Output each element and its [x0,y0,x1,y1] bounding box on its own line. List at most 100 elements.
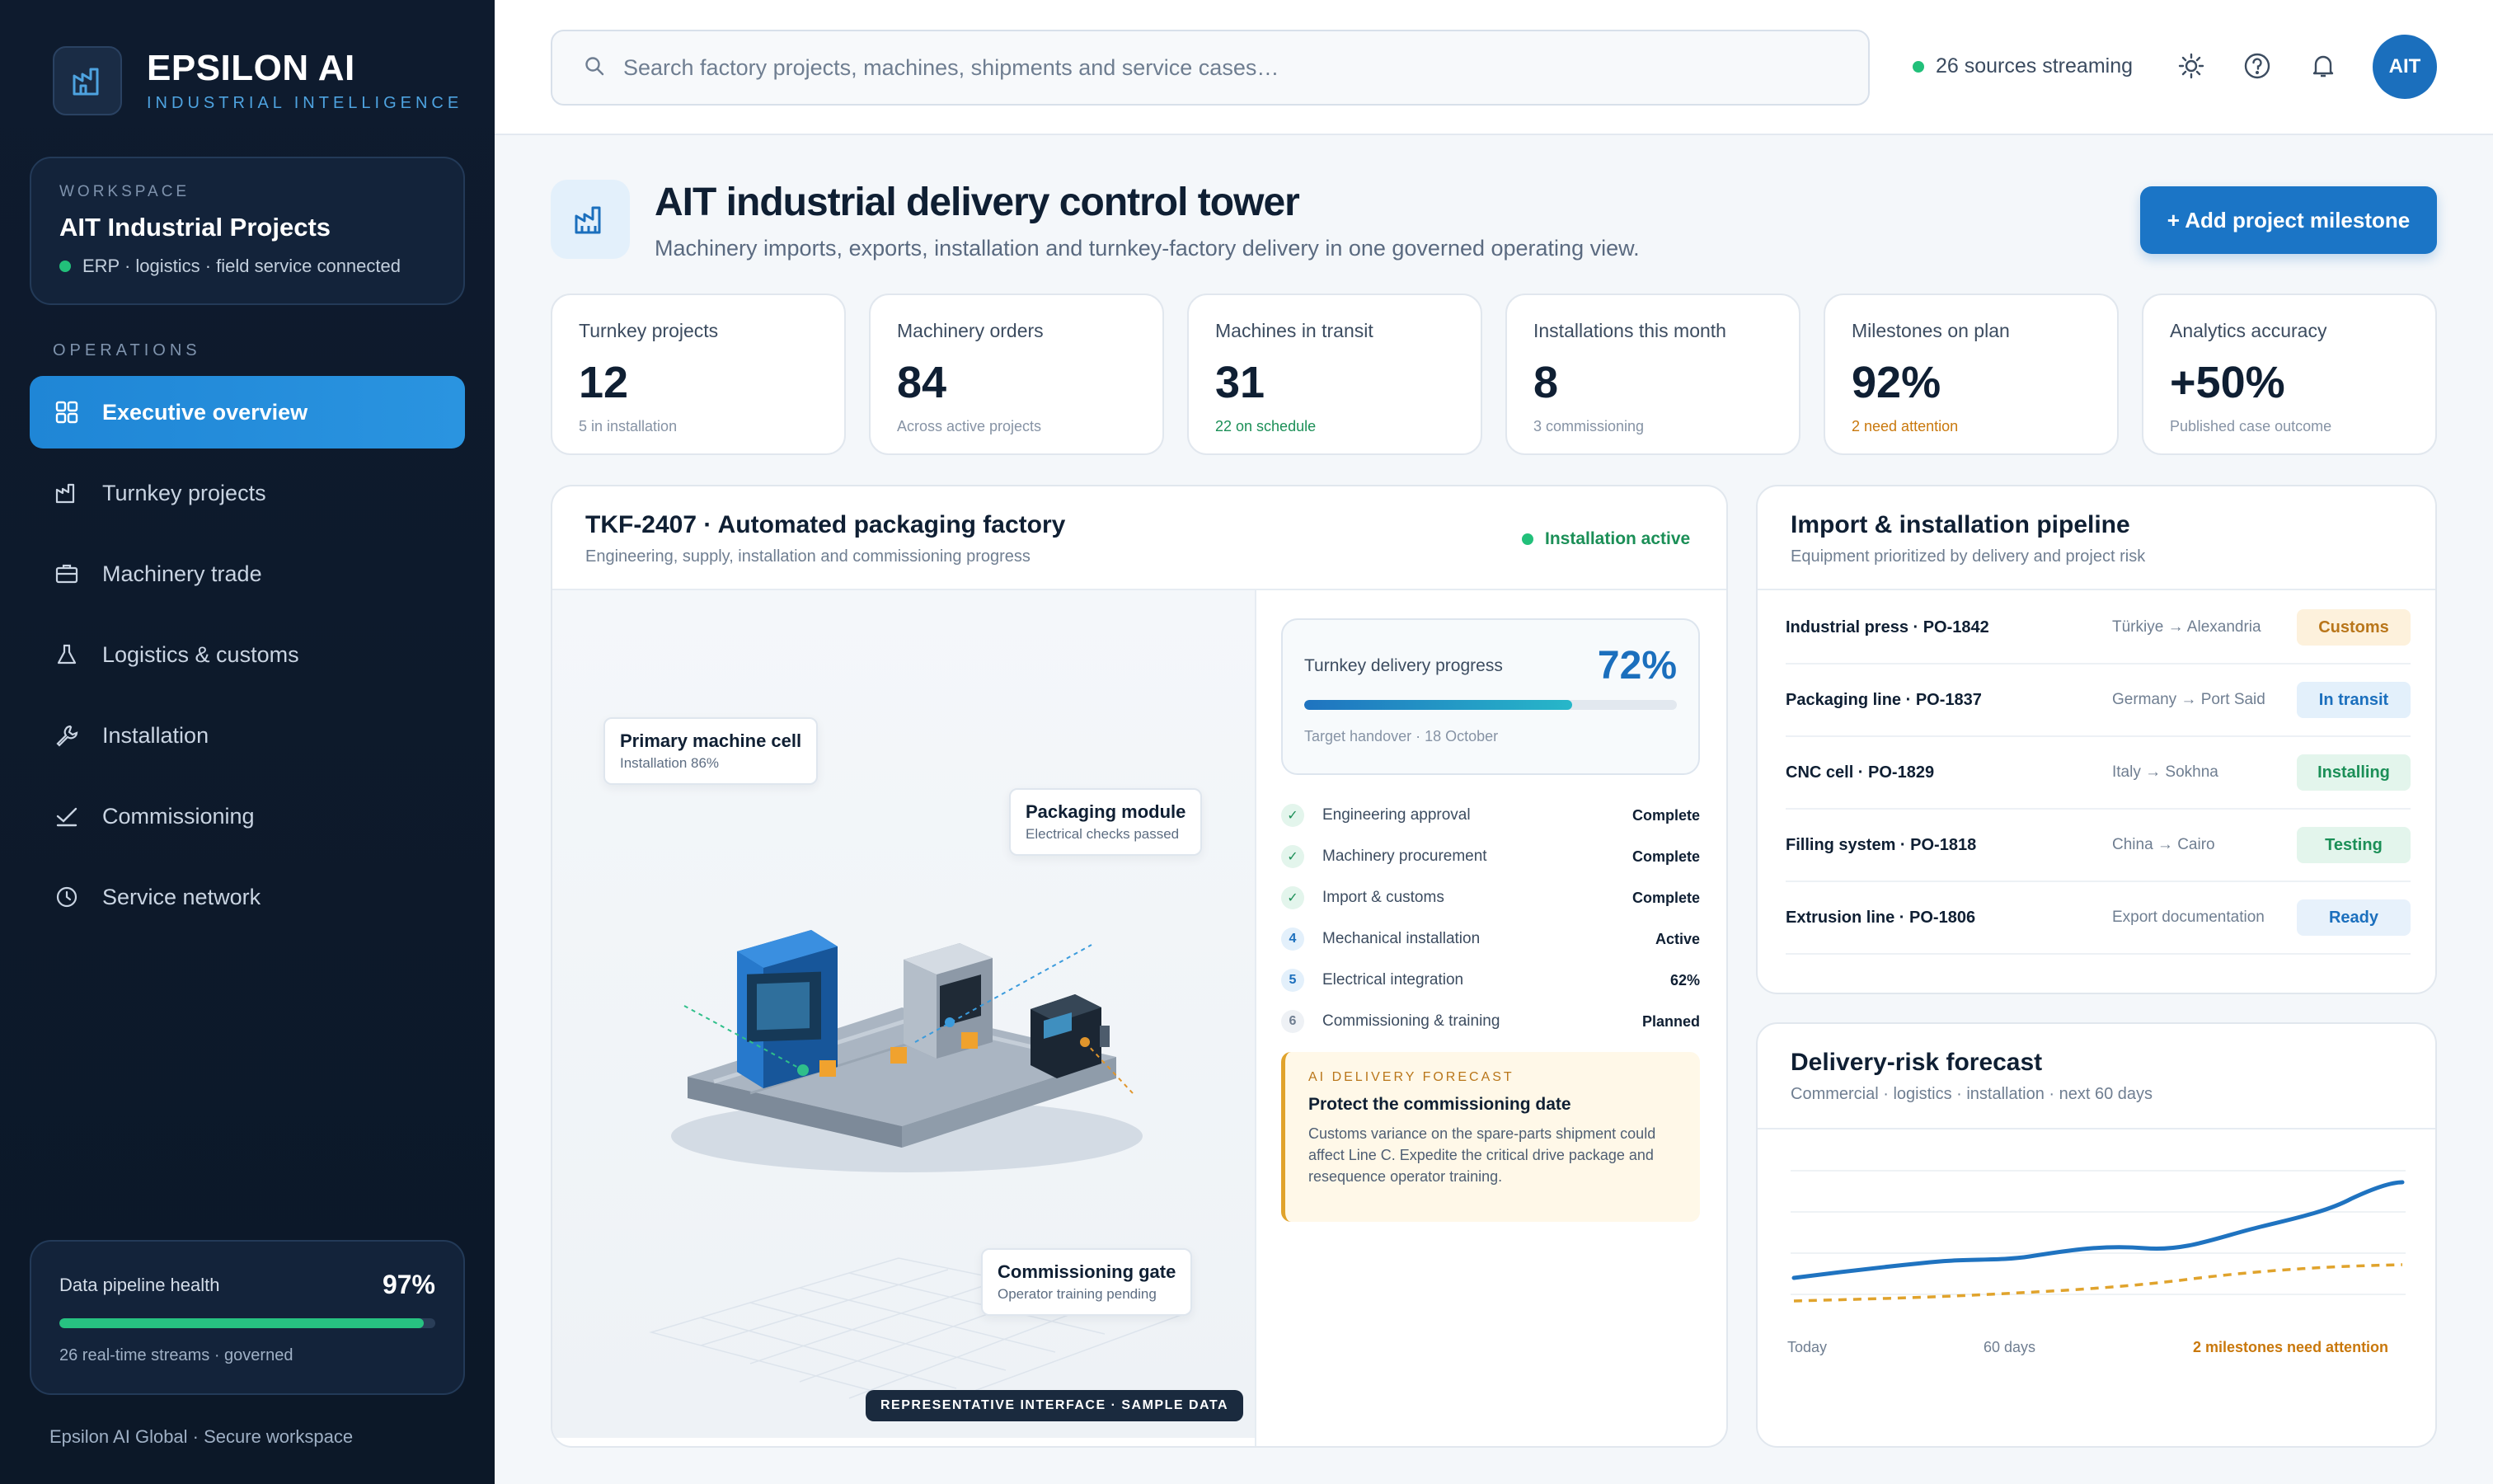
pipeline-item-name: Filling system · PO-1818 [1786,835,1977,854]
kpi-card-machinery-orders[interactable]: Machinery orders 84 Across active projec… [869,294,1164,455]
workspace-label: WORKSPACE [59,183,190,200]
callout-subtitle: Electrical checks passed [1026,826,1180,842]
step-state: Complete [1631,806,1700,824]
step-name: Electrical integration [1322,971,1464,989]
kpi-card-milestones-on-plan[interactable]: Milestones on plan 92% 2 need attention [1824,294,2119,455]
health-progress-fill [59,1318,425,1328]
pipeline-row[interactable]: Filling system · PO-1818 China → Cairo T… [1786,810,2411,882]
status-badge: Customs [2297,609,2411,646]
sidebar-item-label: Installation [102,722,209,748]
project-status-text: Installation active [1545,529,1691,548]
sidebar-item-commissioning[interactable]: Commissioning [30,780,465,852]
kpi-note: 3 commissioning [1533,418,1645,434]
stream-status-text: 26 sources streaming [1936,54,2134,77]
add-milestone-button[interactable]: + Add project milestone [2140,186,2437,254]
axis-label-start: Today [1787,1339,1828,1355]
kpi-card-installations[interactable]: Installations this month 8 3 commissioni… [1505,294,1800,455]
pipeline-item-name: Industrial press · PO-1842 [1786,618,1989,636]
pipeline-subtitle: Equipment prioritized by delivery and pr… [1791,547,2146,566]
pipeline-item-route: Türkiye → Alexandria [2112,618,2261,636]
sidebar-item-label: Service network [102,884,261,909]
step-row: 5 Electrical integration 62% [1281,960,1700,1001]
search-input[interactable] [623,54,1777,81]
kpi-card-turnkey-projects[interactable]: Turnkey projects 12 5 in installation [551,294,846,455]
status-dot-icon [59,261,71,272]
callout-title: Primary machine cell [620,730,802,751]
risk-baseline-line [1793,1263,2403,1303]
kpi-label: Machines in transit [1215,320,1373,341]
step-row: ✓ Machinery procurement Complete [1281,836,1700,877]
callout-primary-machine-cell[interactable]: Primary machine cell Installation 86% [603,717,819,785]
sidebar-item-logistics-customs[interactable]: Logistics & customs [30,618,465,691]
pipeline-title: Import & installation pipeline [1791,511,2130,538]
sidebar-item-label: Turnkey projects [102,480,266,505]
kpi-value: 92% [1852,358,1941,407]
help-icon[interactable] [2241,49,2274,82]
kpi-card-analytics-accuracy[interactable]: Analytics accuracy +50% Published case o… [2142,294,2437,455]
callout-subtitle: Operator training pending [998,1286,1157,1302]
workspace-card[interactable]: WORKSPACE AIT Industrial Projects ERP · … [30,157,465,305]
pipeline-row[interactable]: Extrusion line · PO-1806 Export document… [1786,882,2411,955]
ai-forecast-card[interactable]: AI DELIVERY FORECAST Protect the commiss… [1281,1052,1700,1222]
callout-packaging-module[interactable]: Packaging module Electrical checks passe… [1009,788,1203,856]
step-state: Complete [1631,889,1700,906]
brand[interactable]: EPSILON AI INDUSTRIAL INTELLIGENCE [53,46,462,115]
avatar[interactable]: AIT [2373,35,2437,99]
pipeline-item-route: Italy → Sokhna [2112,763,2218,781]
callout-commissioning-gate[interactable]: Commissioning gate Operator training pen… [981,1248,1193,1316]
progress-bar-fill [1304,700,1573,710]
pipeline-item-name: Extrusion line · PO-1806 [1786,908,1976,927]
search-box[interactable] [551,30,1870,106]
sidebar-item-executive-overview[interactable]: Executive overview [30,376,465,448]
kpi-card-machines-in-transit[interactable]: Machines in transit 31 22 on schedule [1187,294,1482,455]
kpi-row: Turnkey projects 12 5 in installation Ma… [551,294,2437,455]
pipeline-list: Industrial press · PO-1842 Türkiye → Ale… [1758,592,2435,955]
status-badge: Ready [2297,899,2411,936]
pipeline-row[interactable]: CNC cell · PO-1829 Italy → Sokhna Instal… [1786,737,2411,810]
brand-tagline: INDUSTRIAL INTELLIGENCE [147,93,463,112]
sidebar-item-machinery-trade[interactable]: Machinery trade [30,538,465,610]
pipeline-row[interactable]: Packaging line · PO-1837 Germany → Port … [1786,665,2411,737]
kpi-note: Published case outcome [2170,418,2332,434]
health-progress-bar [59,1318,435,1328]
grid-icon [54,400,79,425]
kpi-label: Milestones on plan [1852,320,2010,341]
callout-title: Packaging module [1026,801,1186,822]
chart-gridlines [1791,1170,2406,1295]
project-status-badge: Installation active [1522,529,1690,549]
factory-visual: Primary machine cell Installation 86% Pa… [552,590,1255,1438]
check-icon [54,804,79,829]
status-badge: In transit [2297,682,2411,718]
sidebar-item-service-network[interactable]: Service network [30,861,465,933]
kpi-label: Turnkey projects [579,320,719,341]
step-state: Planned [1641,1012,1700,1030]
forecast-body: Customs variance on the spare-parts ship… [1308,1125,1656,1185]
pipeline-item-route: Export documentation [2112,909,2265,926]
sample-data-tag: REPRESENTATIVE INTERFACE · SAMPLE DATA [866,1390,1244,1421]
flask-icon [54,642,79,667]
sun-icon[interactable] [2175,49,2208,82]
sidebar-item-installation[interactable]: Installation [30,699,465,772]
pipeline-panel: Import & installation pipeline Equipment… [1756,485,2437,994]
pipeline-row[interactable]: Industrial press · PO-1842 Türkiye → Ale… [1786,592,2411,665]
kpi-label: Installations this month [1533,320,1726,341]
kpi-note: 5 in installation [579,418,678,434]
step-row: 4 Mechanical installation Active [1281,918,1700,960]
page-title: AIT industrial delivery control tower [655,181,1300,224]
step-number: 6 [1281,1010,1304,1033]
kpi-label: Analytics accuracy [2170,320,2327,341]
kpi-label: Machinery orders [897,320,1044,341]
progress-bar [1304,700,1677,710]
bell-icon[interactable] [2307,49,2340,82]
kpi-note: Across active projects [897,418,1042,434]
progress-note: Target handover · 18 October [1304,728,1499,744]
delivery-progress-card: Turnkey delivery progress 72% Target han… [1281,618,1700,775]
kpi-value: 12 [579,358,629,407]
project-title: TKF-2407 · Automated packaging factory [585,511,1066,538]
step-state: Complete [1631,848,1700,865]
check-icon: ✓ [1281,886,1304,909]
step-state: 62% [1669,971,1700,989]
step-number: 4 [1281,928,1304,951]
sidebar-item-turnkey-projects[interactable]: Turnkey projects [30,457,465,529]
status-dot-icon [1913,60,1924,73]
